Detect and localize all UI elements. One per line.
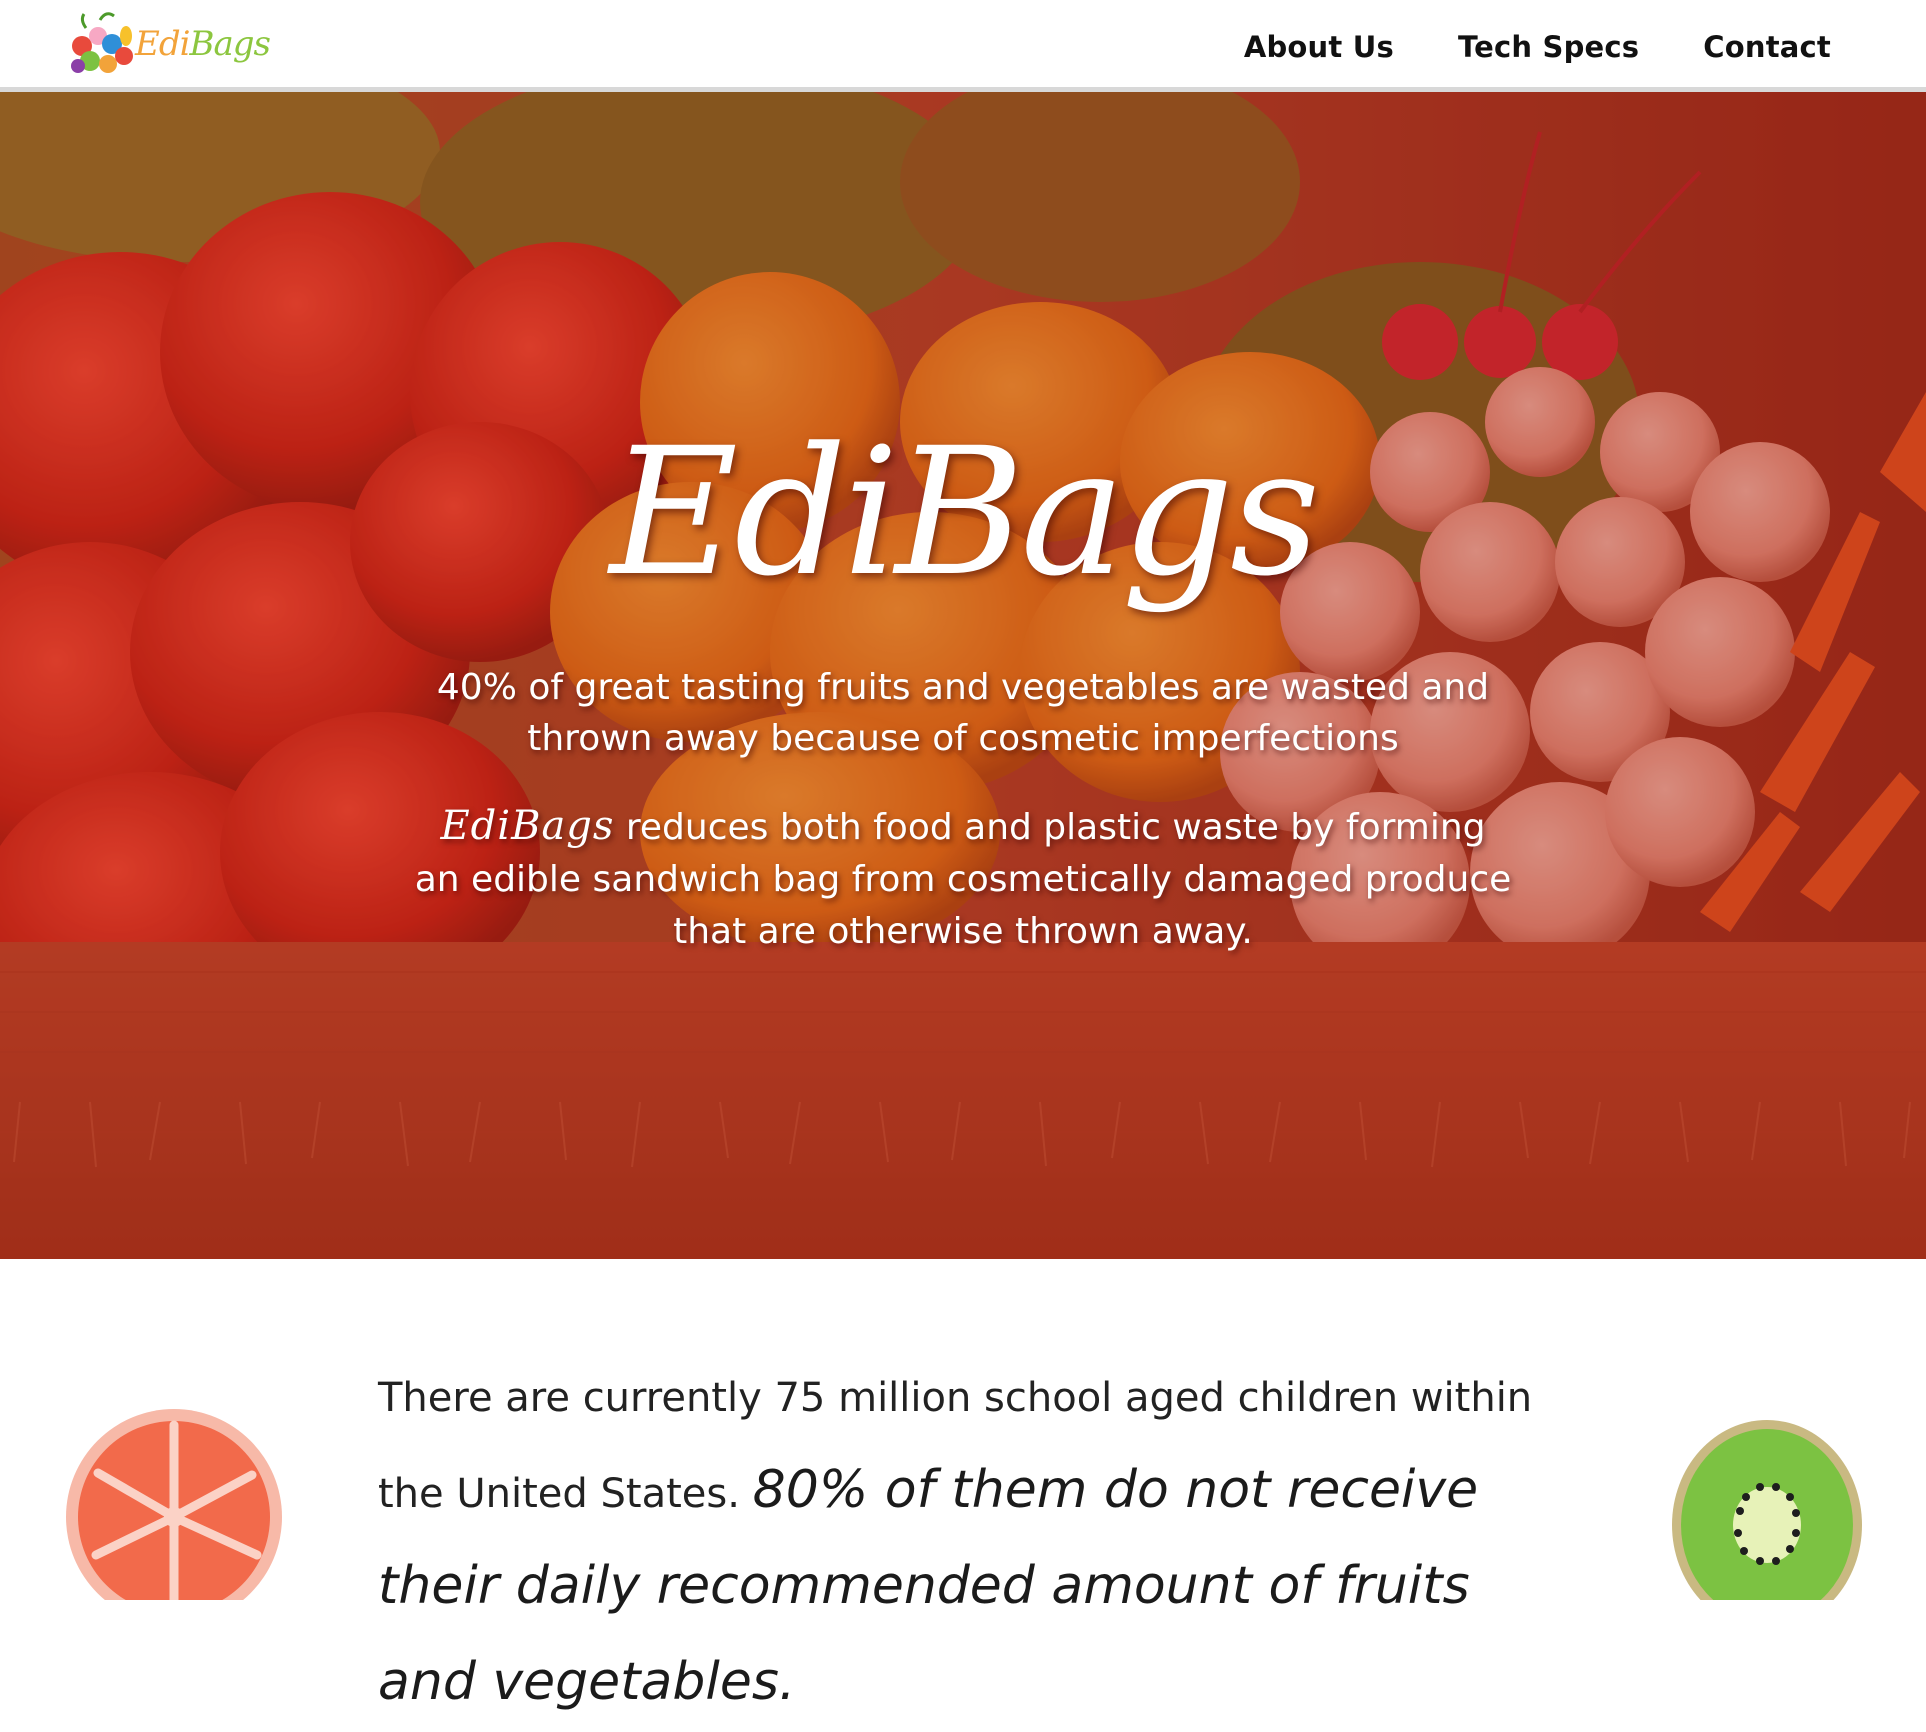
hero-description: EdiBags reduces both food and plastic wa… xyxy=(413,800,1513,958)
logo-wordmark[interactable]: EdiBags xyxy=(135,24,271,64)
hero-section: EdiBags 40% of great tasting fruits and … xyxy=(0,92,1926,1259)
nav-contact[interactable]: Contact xyxy=(1703,30,1831,64)
hero-inline-brand: EdiBags xyxy=(440,803,615,849)
logo-text-edi: Edi xyxy=(135,24,190,64)
children-statistic: There are currently 75 million school ag… xyxy=(378,1352,1568,1732)
nav-tech-specs[interactable]: Tech Specs xyxy=(1458,30,1639,64)
nav-links: About Us Tech Specs Contact xyxy=(1244,30,1831,64)
hero-title: EdiBags xyxy=(609,410,1321,615)
nav-about-us[interactable]: About Us xyxy=(1244,30,1394,64)
kiwi-slice-icon xyxy=(1672,1420,1862,1600)
grapefruit-slice-icon xyxy=(66,1409,282,1600)
logo-text-bags: Bags xyxy=(189,24,270,64)
top-navbar: EdiBags About Us Tech Specs Contact xyxy=(0,0,1926,92)
hero-waste-statement: 40% of great tasting fruits and vegetabl… xyxy=(436,667,1490,759)
